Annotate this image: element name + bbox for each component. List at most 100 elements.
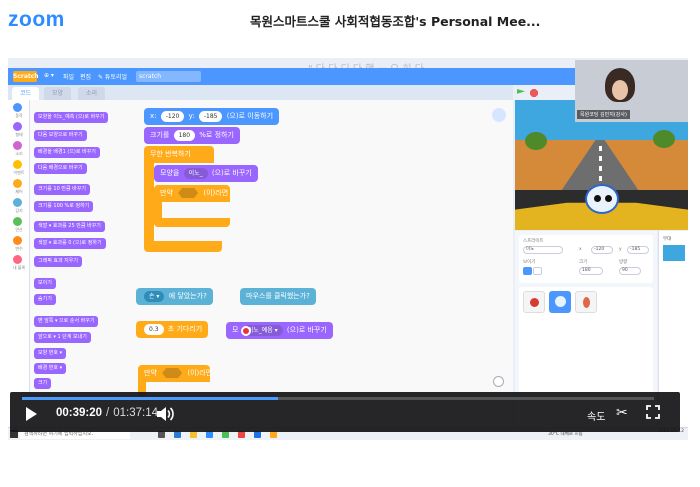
palette-block[interactable]: 크기를 10 만큼 바꾸기 <box>34 184 90 195</box>
wait-input[interactable]: 0.3 <box>144 324 164 335</box>
condition-slot[interactable] <box>178 188 199 198</box>
scratch-logo[interactable]: Scratch <box>13 71 39 82</box>
sprite-name-input[interactable]: 이노 <box>523 246 563 254</box>
language-menu[interactable]: ⊕ ▾ <box>44 72 54 79</box>
forever-arm <box>144 163 154 241</box>
category-operators[interactable] <box>13 217 22 226</box>
fullscreen-icon[interactable] <box>646 405 660 419</box>
category-events[interactable] <box>13 160 22 169</box>
category-label: 형태 <box>15 132 23 137</box>
palette-block[interactable]: 색깔 ▾ 효과를 25 만큼 바꾸기 <box>34 221 105 232</box>
goto-x-label: x: <box>150 112 157 120</box>
app-icon[interactable] <box>238 431 245 438</box>
palette-block[interactable]: 보이기 <box>34 278 56 289</box>
palette-block[interactable]: 앞으로 ▾ 1 단계 보내기 <box>34 332 91 343</box>
palette-block[interactable]: 모양 번호 ▾ <box>34 348 67 359</box>
palette-block[interactable]: 모양을 이노_예측 (으)로 바꾸기 <box>34 112 109 123</box>
progress-bar[interactable] <box>22 397 654 400</box>
app-icon[interactable] <box>222 431 229 438</box>
touching-dropdown[interactable]: 손 ▾ <box>144 291 165 302</box>
category-label: 연산 <box>15 227 23 232</box>
mouse-down-block[interactable]: 마우스를 클릭했는가? <box>240 288 316 305</box>
zoom-logo[interactable]: zoom <box>8 8 65 32</box>
project-name-input[interactable]: scratch <box>136 71 201 82</box>
category-control[interactable] <box>13 179 22 188</box>
category-label: 내 블록 <box>12 265 26 270</box>
category-looks[interactable] <box>13 122 22 131</box>
scissors-icon[interactable]: ✂ <box>616 405 628 421</box>
sprite-thumb-selected[interactable] <box>549 291 571 313</box>
set-size-block[interactable]: 크기를 180 %로 정하기 <box>144 127 240 144</box>
condition-slot[interactable] <box>162 368 183 378</box>
sprite-thumb[interactable] <box>575 291 597 313</box>
category-my-blocks[interactable] <box>13 255 22 264</box>
sprite-icon <box>555 296 566 307</box>
palette-block[interactable]: 배경 번호 ▾ <box>34 363 67 374</box>
costume-dropdown[interactable]: 이노_ <box>183 168 208 179</box>
chrome-icon[interactable] <box>254 431 261 438</box>
mascot-sprite[interactable] <box>585 184 619 214</box>
tab-sounds[interactable]: 소리 <box>78 87 106 100</box>
if-then-block-2[interactable]: 만약 (이)라면 <box>138 365 212 382</box>
x-input[interactable]: -120 <box>591 246 613 254</box>
palette-block[interactable]: 숨기기 <box>34 294 56 305</box>
time-display: 00:39:20/01:37:14 <box>56 407 158 419</box>
category-sound[interactable] <box>13 141 22 150</box>
category-variables[interactable] <box>13 236 22 245</box>
show-toggle-on[interactable] <box>523 267 532 275</box>
play-icon[interactable] <box>26 407 37 421</box>
palette-block[interactable]: 색깔 ▾ 효과를 0 (으)로 정하기 <box>34 238 106 249</box>
wait-block[interactable]: 0.3 초 기다리기 <box>136 321 209 338</box>
wait-suffix: 초 기다리기 <box>167 325 203 333</box>
palette-block[interactable]: 크기 <box>34 378 52 389</box>
taskview-icon[interactable] <box>158 431 165 438</box>
show-toggle-off[interactable] <box>533 267 542 275</box>
if-then-block[interactable]: 만약 (이)라면 <box>154 185 230 202</box>
explorer-icon[interactable] <box>190 431 197 438</box>
x-label: x <box>579 247 582 252</box>
green-flag-icon[interactable] <box>517 89 525 94</box>
category-sensing[interactable] <box>13 198 22 207</box>
forever-end <box>144 241 222 252</box>
edge-icon[interactable] <box>174 431 181 438</box>
goto-y-input[interactable]: -185 <box>198 111 223 122</box>
zoom-in-icon[interactable] <box>493 376 504 387</box>
palette-block[interactable]: 맨 앞쪽 ▾ 으로 순서 바꾸기 <box>34 316 99 327</box>
set-size-input[interactable]: 180 <box>173 130 196 141</box>
scratch-app-icon[interactable] <box>270 431 277 438</box>
volume-icon[interactable] <box>156 406 174 422</box>
switch-costume-block[interactable]: 모양을 이노_ (으)로 바꾸기 <box>154 165 258 182</box>
palette-block[interactable]: 크기를 100 %로 정하기 <box>34 201 94 212</box>
file-menu[interactable]: 파일 <box>63 72 74 81</box>
code-area[interactable]: x: -120 y: -185 (으)로 이동하기 크기를 180 %로 정하기… <box>128 100 513 440</box>
video-player[interactable]: " 다 다 디 다 햄 ᅳ 으 히 다 Scratch ⊕ ▾ 파일 편집 ✎ … <box>8 58 688 440</box>
recorded-screen: " 다 다 디 다 햄 ᅳ 으 히 다 Scratch ⊕ ▾ 파일 편집 ✎ … <box>8 58 688 440</box>
stage-tree <box>525 132 547 150</box>
goto-xy-block[interactable]: x: -120 y: -185 (으)로 이동하기 <box>144 108 280 125</box>
direction-input[interactable]: 90 <box>619 267 641 275</box>
current-time: 00:39:20 <box>56 407 103 419</box>
touching-block[interactable]: 손 ▾ 에 닿았는가? <box>136 288 213 305</box>
meeting-title: 목원스마트스쿨 사회적협동조합's Personal Mee... <box>250 14 541 29</box>
tab-code[interactable]: 코드 <box>12 87 40 100</box>
stop-icon[interactable] <box>530 89 538 97</box>
size-input[interactable]: 180 <box>579 267 603 275</box>
palette-block[interactable]: 다음 배경으로 바꾸기 <box>34 163 87 174</box>
palette-block[interactable]: 그래픽 효과 지우기 <box>34 256 82 267</box>
palette-block[interactable]: 다음 모양으로 바꾸기 <box>34 130 87 141</box>
edit-menu[interactable]: 편집 <box>80 72 91 81</box>
goto-x-input[interactable]: -120 <box>160 111 185 122</box>
palette-block[interactable]: 배경을 배경1 (으)로 바꾸기 <box>34 147 100 158</box>
switch-costume-label: 모양을 <box>160 169 180 177</box>
zoom-app-icon[interactable] <box>206 431 213 438</box>
tab-costumes[interactable]: 모양 <box>44 87 72 100</box>
tutorial-menu[interactable]: ✎ 튜토리얼 <box>98 72 127 81</box>
forever-block[interactable]: 무한 반복하기 <box>144 146 214 163</box>
speed-button[interactable]: 속도 <box>587 408 605 423</box>
stage-thumbnail[interactable] <box>663 245 685 261</box>
category-motion[interactable] <box>13 103 22 112</box>
y-input[interactable]: -185 <box>627 246 649 254</box>
if-label: 만약 <box>160 189 173 197</box>
mascot-eye <box>605 195 612 202</box>
sprite-thumb[interactable] <box>523 291 545 313</box>
